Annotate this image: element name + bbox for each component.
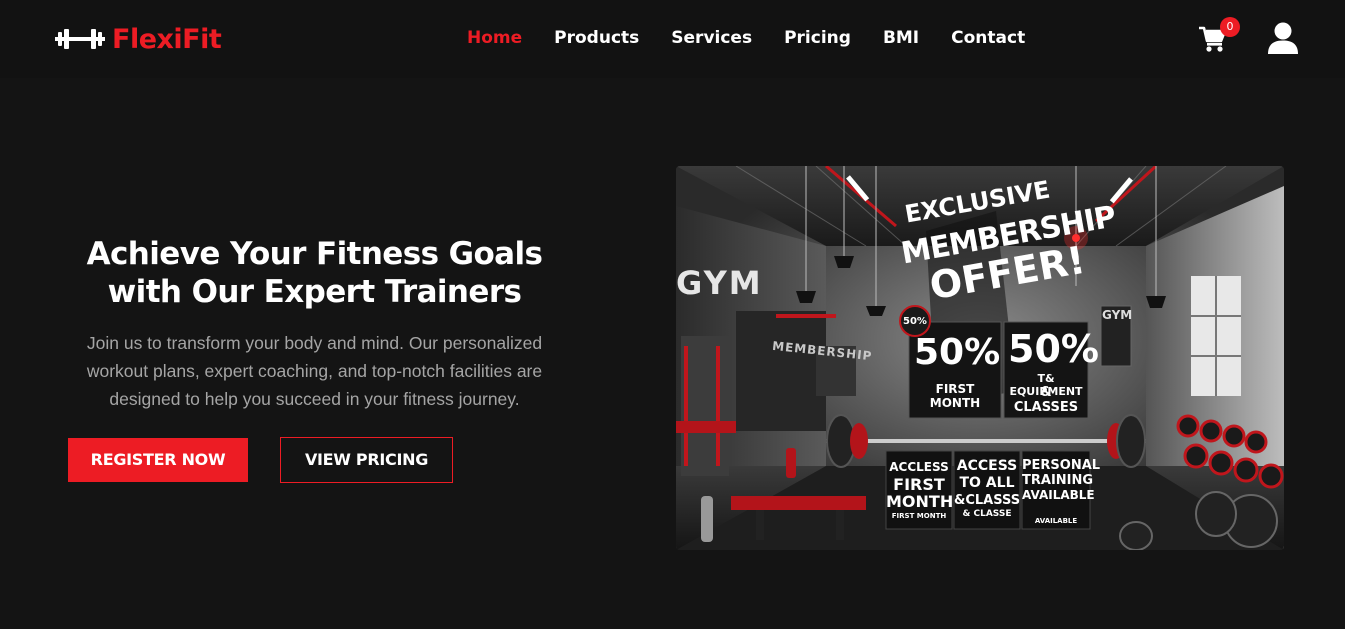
brand-logo[interactable]: FlexiFit — [55, 22, 222, 56]
promo-panel3-line4: AVAILABLE — [1034, 517, 1078, 525]
hero-description: Join us to transform your body and mind.… — [86, 333, 543, 409]
register-now-button[interactable]: REGISTER NOW — [68, 438, 248, 482]
hero-title: Achieve Your Fitness Goals with Our Expe… — [68, 235, 561, 311]
promo-panel3-line1: PERSONAL — [1022, 458, 1101, 473]
promo-card1-big: 50% — [914, 332, 1001, 373]
user-account-button[interactable] — [1267, 21, 1299, 55]
promo-panel2-line4: & CLASSE — [962, 509, 1012, 519]
nav-home[interactable]: Home — [467, 28, 522, 48]
promo-panel2-line2: TO ALL — [959, 475, 1015, 491]
gym-wall-sign: GYM — [676, 264, 763, 302]
promo-image: GYM MEMBERSHIP GYM EXCLUSIVE MEMBERSHIP … — [676, 166, 1284, 550]
navbar: FlexiFit Home Products Services Pricing … — [0, 0, 1345, 78]
view-pricing-button[interactable]: VIEW PRICING — [280, 437, 453, 483]
promo-panel3-line2: TRAINING — [1022, 473, 1094, 488]
dumbbell-icon — [55, 29, 105, 49]
gym-small-sign: GYM — [1102, 308, 1133, 322]
brand-name: FlexiFit — [112, 23, 222, 55]
promo-panel1-line3: MONTH — [886, 492, 954, 511]
user-icon — [1268, 22, 1298, 54]
nav-pricing[interactable]: Pricing — [784, 28, 851, 48]
promo-panel2-line1: ACCESS — [956, 458, 1018, 474]
promo-card2-big: 50% — [1008, 327, 1099, 371]
promo-panel1-line1: ACCLESS — [889, 460, 949, 474]
hero-title-line2: with Our Expert Trainers — [107, 274, 522, 310]
main-nav: Home Products Services Pricing BMI Conta… — [467, 28, 1025, 48]
nav-products[interactable]: Products — [554, 28, 639, 48]
promo-card2-label2: & CLASSES — [1013, 385, 1079, 415]
promo-discount-badge: 50% — [903, 316, 927, 327]
nav-services[interactable]: Services — [671, 28, 752, 48]
cart-count-badge: 0 — [1220, 17, 1240, 37]
hero-title-line1: Achieve Your Fitness Goals — [86, 236, 543, 272]
promo-panel1-line4: FIRST MONTH — [891, 512, 947, 520]
promo-panel3-line3: AVAILABLE — [1022, 488, 1095, 502]
nav-contact[interactable]: Contact — [951, 28, 1025, 48]
nav-bmi[interactable]: BMI — [883, 28, 919, 48]
cart-button[interactable]: 0 — [1199, 17, 1240, 54]
promo-card1-label: FIRST MONTH — [929, 382, 981, 410]
promo-panel2-line3: &CLASSS — [954, 493, 1021, 508]
